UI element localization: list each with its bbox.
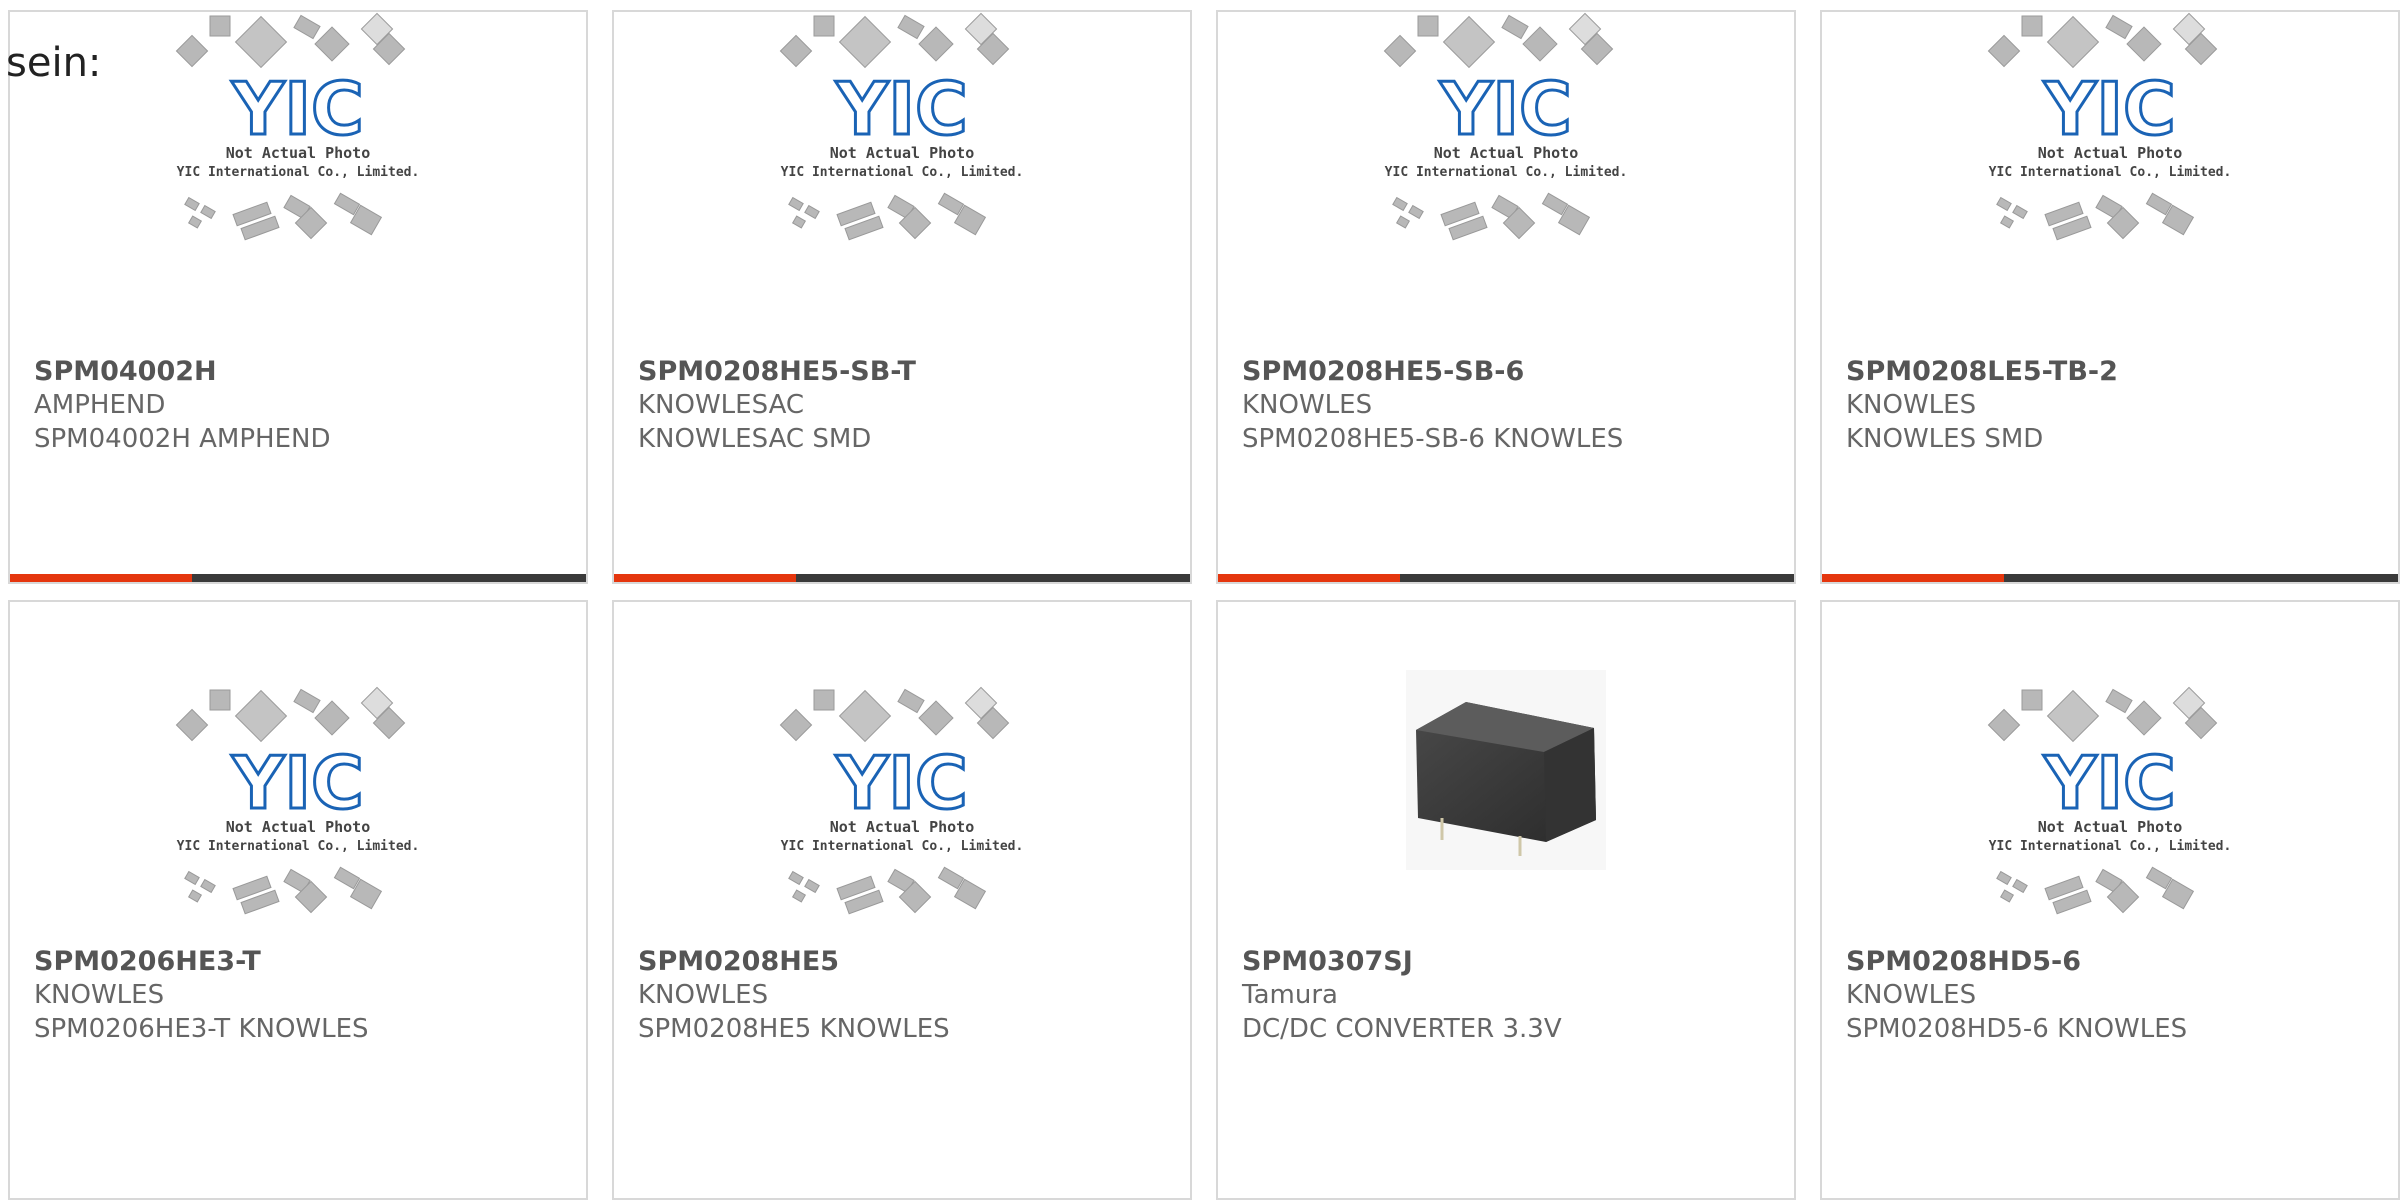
- part-number[interactable]: SPM0208HE5-SB-6: [1242, 356, 1524, 387]
- product-photo: [1406, 670, 1606, 870]
- part-number[interactable]: SPM0208HE5: [638, 946, 839, 977]
- svg-text:YIC International Co., Limited: YIC International Co., Limited.: [1989, 839, 2232, 854]
- svg-text:Not Actual Photo: Not Actual Photo: [830, 818, 975, 836]
- manufacturer: AMPHEND: [34, 390, 166, 420]
- product-card[interactable]: YIC Not Actual Photo YIC International C…: [8, 600, 588, 1200]
- description: SPM0208HD5-6 KNOWLES: [1846, 1014, 2188, 1044]
- svg-text:YIC International Co., Limited: YIC International Co., Limited.: [177, 165, 420, 180]
- yic-logo: YIC: [231, 741, 364, 825]
- manufacturer: KNOWLESAC: [638, 390, 805, 420]
- manufacturer: KNOWLES: [638, 980, 769, 1010]
- card-footer-bar: [614, 574, 1190, 582]
- placeholder-image: YIC Not Actual Photo YIC International C…: [1987, 12, 2232, 241]
- placeholder-image: YIC Not Actual Photo YIC International C…: [1987, 686, 2232, 915]
- manufacturer: KNOWLES: [34, 980, 165, 1010]
- yic-logo: YIC: [835, 741, 968, 825]
- intro-text: sein:: [6, 40, 102, 86]
- placeholder-image: YIC Not Actual Photo YIC International C…: [175, 686, 420, 915]
- manufacturer: KNOWLES: [1242, 390, 1373, 420]
- card-footer-bar: [1218, 574, 1794, 582]
- product-grid: YIC Not Actual Photo YIC International C…: [0, 0, 2400, 1200]
- yic-logo: YIC: [2043, 67, 2176, 151]
- placeholder-image: YIC Not Actual Photo YIC International C…: [779, 12, 1024, 241]
- manufacturer: KNOWLES: [1846, 390, 1977, 420]
- card-footer-bar: [10, 574, 586, 582]
- svg-text:Not Actual Photo: Not Actual Photo: [226, 818, 371, 836]
- svg-text:YIC International Co., Limited: YIC International Co., Limited.: [177, 839, 420, 854]
- product-card[interactable]: YIC Not Actual Photo YIC International C…: [1820, 10, 2400, 584]
- yic-logo: YIC: [1439, 67, 1572, 151]
- svg-text:YIC International Co., Limited: YIC International Co., Limited.: [1989, 165, 2232, 180]
- part-number[interactable]: SPM04002H: [34, 356, 217, 387]
- svg-text:YIC International Co., Limited: YIC International Co., Limited.: [781, 165, 1024, 180]
- product-card[interactable]: YIC Not Actual Photo YIC International C…: [8, 10, 588, 584]
- svg-text:Not Actual Photo: Not Actual Photo: [2038, 818, 2183, 836]
- part-number[interactable]: SPM0206HE3-T: [34, 946, 261, 977]
- part-number[interactable]: SPM0208HE5-SB-T: [638, 356, 916, 387]
- description: SPM04002H AMPHEND: [34, 424, 331, 454]
- yic-logo: YIC: [231, 67, 364, 151]
- product-card[interactable]: YIC Not Actual Photo YIC International C…: [1216, 10, 1796, 584]
- yic-logo: YIC: [835, 67, 968, 151]
- product-card[interactable]: YIC Not Actual Photo YIC International C…: [612, 600, 1192, 1200]
- description: KNOWLES SMD: [1846, 424, 2044, 454]
- manufacturer: Tamura: [1242, 980, 1338, 1010]
- manufacturer: KNOWLES: [1846, 980, 1977, 1010]
- product-card[interactable]: YIC Not Actual Photo YIC International C…: [612, 10, 1192, 584]
- part-number[interactable]: SPM0307SJ: [1242, 946, 1413, 977]
- card-footer-bar: [1822, 574, 2398, 582]
- product-card[interactable]: SPM0307SJ Tamura DC/DC CONVERTER 3.3V: [1216, 600, 1796, 1200]
- description: KNOWLESAC SMD: [638, 424, 872, 454]
- svg-text:Not Actual Photo: Not Actual Photo: [830, 144, 975, 162]
- svg-text:Not Actual Photo: Not Actual Photo: [1434, 144, 1579, 162]
- description: SPM0208HE5 KNOWLES: [638, 1014, 950, 1044]
- product-card[interactable]: YIC Not Actual Photo YIC International C…: [1820, 600, 2400, 1200]
- placeholder-image: YIC Not Actual Photo YIC International C…: [175, 12, 420, 241]
- svg-text:YIC International Co., Limited: YIC International Co., Limited.: [1385, 165, 1628, 180]
- part-number[interactable]: SPM0208LE5-TB-2: [1846, 356, 2118, 387]
- placeholder-image: YIC Not Actual Photo YIC International C…: [779, 686, 1024, 915]
- description: SPM0208HE5-SB-6 KNOWLES: [1242, 424, 1624, 454]
- svg-text:YIC International Co., Limited: YIC International Co., Limited.: [781, 839, 1024, 854]
- description: DC/DC CONVERTER 3.3V: [1242, 1014, 1562, 1044]
- svg-text:Not Actual Photo: Not Actual Photo: [226, 144, 371, 162]
- placeholder-image: YIC Not Actual Photo YIC International C…: [1383, 12, 1628, 241]
- description: SPM0206HE3-T KNOWLES: [34, 1014, 369, 1044]
- svg-text:Not Actual Photo: Not Actual Photo: [2038, 144, 2183, 162]
- part-number[interactable]: SPM0208HD5-6: [1846, 946, 2081, 977]
- yic-logo: YIC: [2043, 741, 2176, 825]
